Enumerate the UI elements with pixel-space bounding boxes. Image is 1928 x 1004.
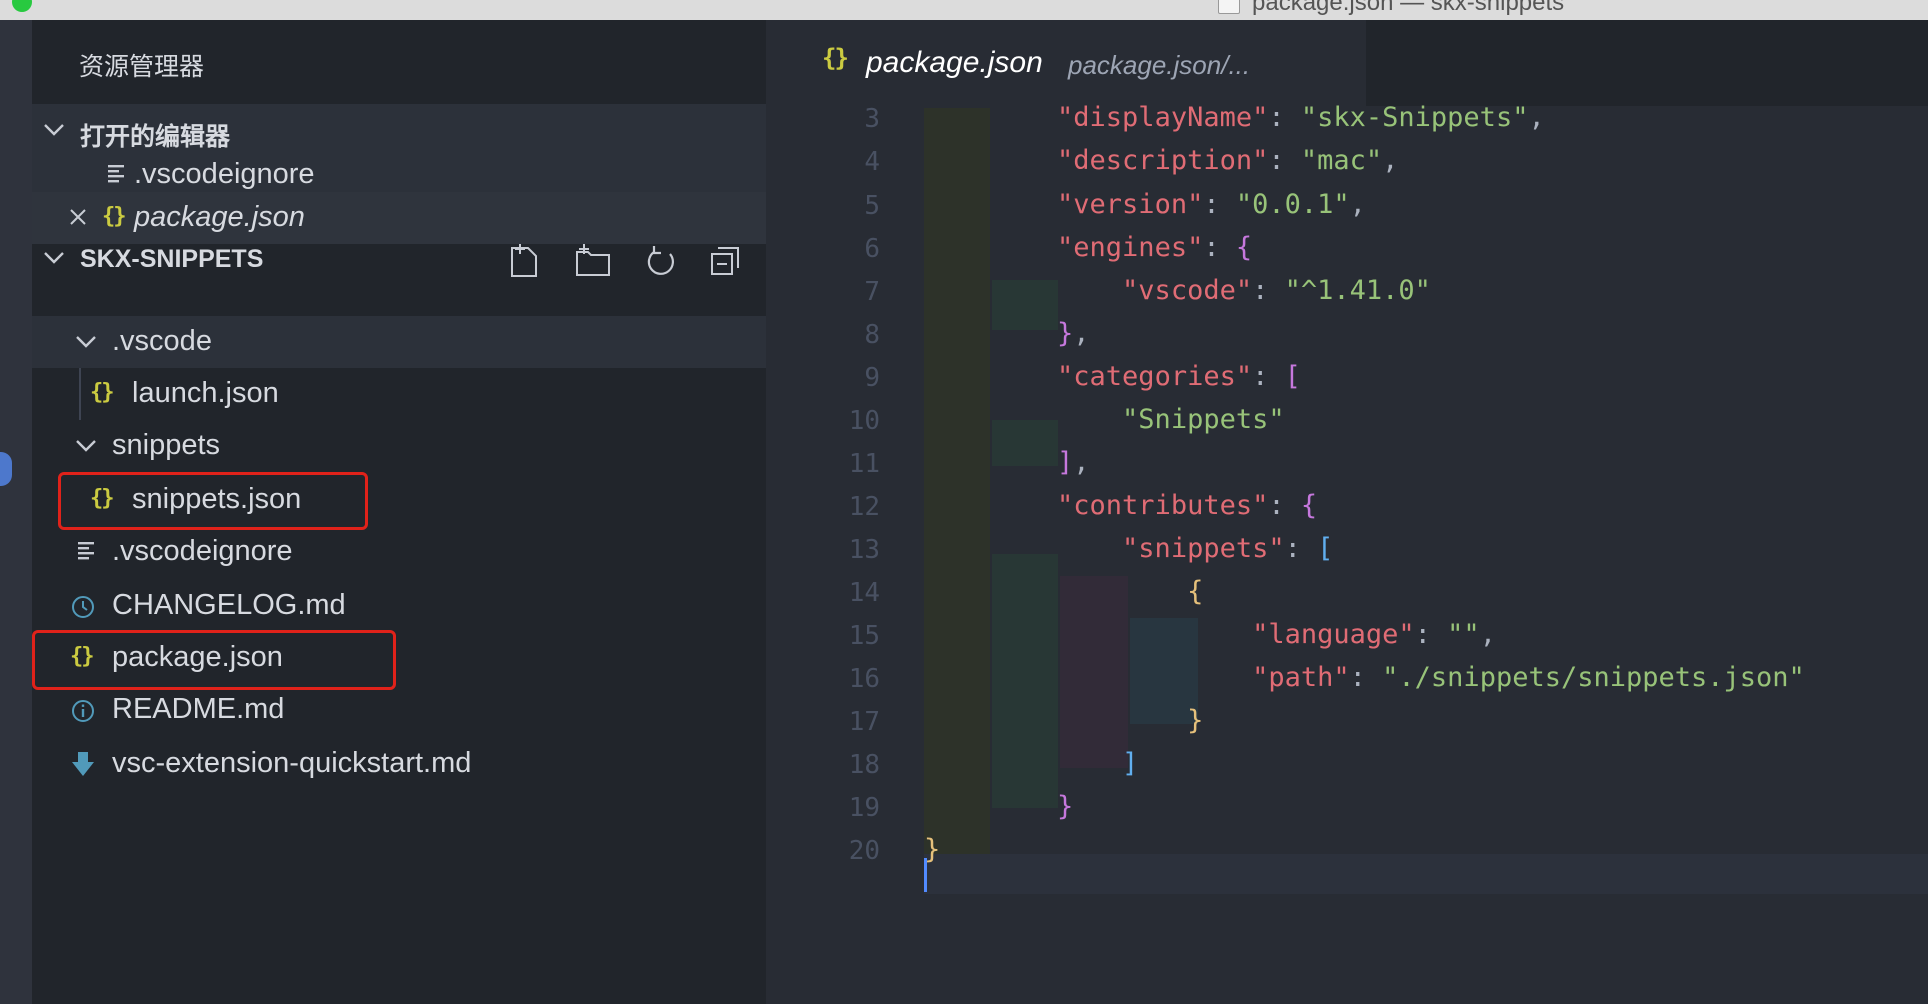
line-number: 7	[864, 277, 880, 307]
tree-file-vscodeignore[interactable]: .vscodeignore	[32, 526, 766, 578]
explorer-header: 资源管理器	[32, 20, 766, 104]
clock-icon	[72, 596, 94, 618]
line-number: 19	[848, 793, 880, 823]
code-line[interactable]: "contributes": {	[992, 490, 1317, 521]
chevron-down-icon	[76, 440, 96, 452]
line-number: 3	[864, 104, 880, 134]
code-line[interactable]: "displayName": "skx-Snippets",	[992, 102, 1545, 133]
tree-file-changelog[interactable]: CHANGELOG.md	[32, 580, 766, 632]
project-label: SKX-SNIPPETS	[80, 245, 264, 273]
open-editor-name: .vscodeignore	[134, 158, 315, 190]
collapse-all-icon[interactable]	[708, 242, 746, 280]
json-braces-icon: {}	[102, 204, 126, 229]
tree-file-quickstart[interactable]: vsc-extension-quickstart.md	[32, 738, 766, 790]
explorer-sidebar: 资源管理器 打开的编辑器 .vscodeignore {} package.js…	[32, 20, 766, 1004]
file-name: launch.json	[132, 377, 279, 409]
line-number: 4	[864, 147, 880, 177]
refresh-icon[interactable]	[642, 242, 680, 280]
folder-name: .vscode	[112, 325, 212, 357]
code-line[interactable]: "path": "./snippets/snippets.json"	[992, 662, 1805, 693]
line-number: 13	[848, 535, 880, 565]
code-line[interactable]: "engines": {	[992, 232, 1252, 263]
code-line[interactable]: {	[992, 576, 1203, 607]
json-braces-icon: {}	[822, 44, 849, 72]
open-editor-name: package.json	[134, 201, 305, 233]
chevron-down-icon	[44, 252, 64, 264]
tree-folder-vscode[interactable]: .vscode	[32, 316, 766, 368]
code-line[interactable]: }	[992, 705, 1203, 736]
explorer-title: 资源管理器	[79, 53, 205, 81]
tree-file-readme[interactable]: README.md	[32, 684, 766, 736]
code-line[interactable]: "Snippets"	[992, 404, 1285, 435]
highlight-box	[32, 630, 396, 690]
line-number: 10	[848, 406, 880, 436]
code-line[interactable]: ]	[992, 748, 1138, 779]
tree-folder-snippets[interactable]: snippets	[32, 420, 766, 472]
tree-file-launch-json[interactable]: {} launch.json	[32, 368, 766, 420]
line-number: 5	[864, 191, 880, 221]
line-number: 17	[848, 707, 880, 737]
window-titlebar: package.json — skx-snippets	[0, 0, 1928, 20]
document-icon	[1218, 0, 1240, 14]
current-line-highlight	[924, 854, 1928, 894]
window-title: package.json — skx-snippets	[1252, 0, 1565, 16]
window-zoom-button[interactable]	[12, 0, 32, 12]
code-line[interactable]: "categories": [	[992, 361, 1301, 392]
line-number: 20	[848, 836, 880, 866]
code-line[interactable]: "vscode": "^1.41.0"	[992, 275, 1431, 306]
indent-guide	[924, 108, 990, 854]
line-number: 8	[864, 320, 880, 350]
line-number: 18	[848, 750, 880, 780]
folder-name: snippets	[112, 429, 221, 461]
highlight-box	[58, 472, 368, 530]
chevron-down-icon	[76, 336, 96, 348]
file-name: vsc-extension-quickstart.md	[112, 747, 472, 779]
code-line[interactable]: "language": "",	[992, 619, 1496, 650]
code-line[interactable]: "snippets": [	[992, 533, 1333, 564]
download-arrow-icon	[72, 752, 94, 776]
project-section-header[interactable]: SKX-SNIPPETS	[32, 232, 766, 284]
text-cursor	[924, 858, 927, 892]
line-number: 9	[864, 363, 880, 393]
tab-path: package.json/...	[1068, 50, 1251, 80]
line-number: 15	[848, 621, 880, 651]
lines-icon	[108, 165, 124, 183]
chevron-down-icon	[44, 124, 64, 136]
file-name: README.md	[112, 693, 285, 725]
activity-bar	[0, 20, 32, 1004]
code-line[interactable]: "version": "0.0.1",	[992, 189, 1366, 220]
line-number: 14	[848, 578, 880, 608]
new-folder-icon[interactable]	[574, 242, 612, 280]
code-line[interactable]: ],	[992, 447, 1090, 478]
file-name: .vscodeignore	[112, 535, 293, 567]
json-braces-icon: {}	[90, 380, 114, 405]
open-editors-label: 打开的编辑器	[80, 123, 231, 151]
editor-area: {} package.json package.json/... 3 4 5 6…	[766, 20, 1928, 1004]
line-number: 6	[864, 234, 880, 264]
code-line[interactable]: },	[992, 318, 1090, 349]
tab-title: package.json	[866, 46, 1043, 79]
code-line[interactable]: "description": "mac",	[992, 145, 1398, 176]
activity-badge	[0, 452, 12, 486]
line-number: 11	[848, 449, 880, 479]
lines-icon	[78, 542, 94, 560]
line-number: 12	[848, 492, 880, 522]
new-file-icon[interactable]	[506, 242, 544, 280]
tab-package-json[interactable]: {} package.json package.json/...	[766, 20, 1366, 106]
close-icon[interactable]	[68, 207, 88, 227]
code-line[interactable]: }	[992, 791, 1073, 822]
info-icon	[72, 700, 94, 722]
file-name: CHANGELOG.md	[112, 589, 346, 621]
line-number: 16	[848, 664, 880, 694]
editor-tab-bar: {} package.json package.json/...	[766, 20, 1928, 106]
